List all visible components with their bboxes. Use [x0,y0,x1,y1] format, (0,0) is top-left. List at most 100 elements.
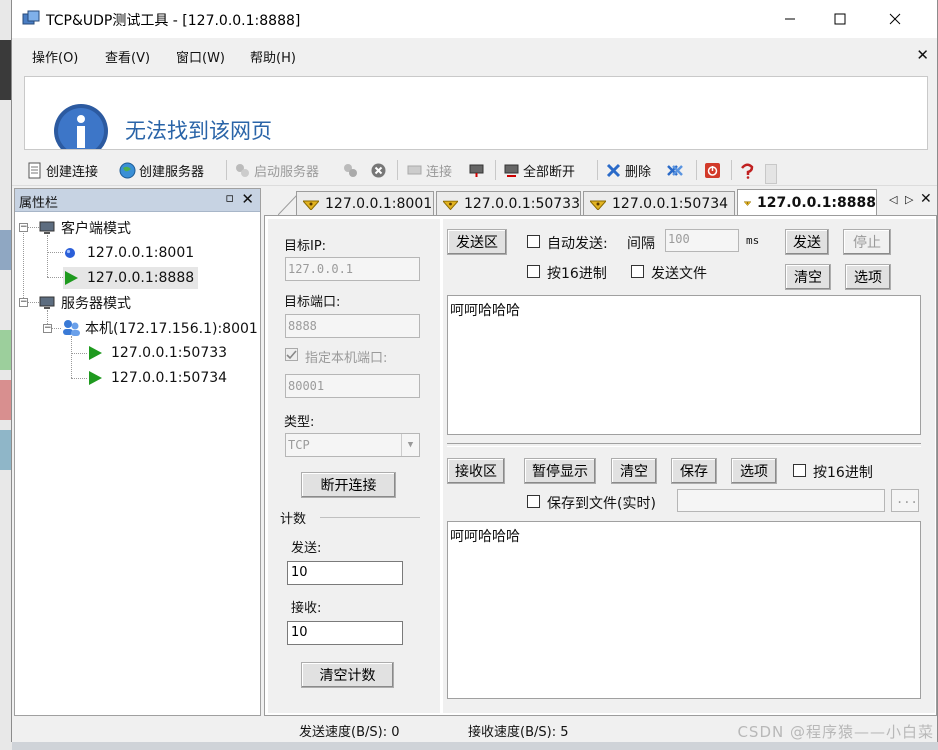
recv-hex16-label: 按16进制 [813,465,873,481]
tree-item-server-conn-50734[interactable]: 127.0.0.1:50734 [87,367,227,389]
disconnect-button[interactable]: 断开连接 [301,472,396,498]
send-count-field[interactable]: 10 [287,561,403,585]
delete-all-button[interactable] [666,160,686,180]
new-document-icon [28,162,41,178]
watermark: CSDN @程序猿——小白菜 [737,723,934,741]
tab-close-icon[interactable]: ✕ [920,191,932,207]
help-icon [741,163,754,179]
auto-send-checkbox[interactable] [527,235,540,248]
maximize-button[interactable] [817,0,863,38]
splitter[interactable] [447,443,921,447]
connect-button[interactable]: 连接 [406,160,452,180]
connected-dot-icon [65,248,75,258]
collapse-server-host-icon[interactable]: − [43,324,52,333]
recv-hex16-checkbox[interactable] [793,464,806,477]
toolbar-overflow-chevron-icon[interactable] [765,164,777,184]
create-server-label: 创建服务器 [139,164,205,180]
recv-count-field[interactable]: 10 [287,621,403,645]
tab-8001[interactable]: 127.0.0.1:8001 [296,191,434,215]
connection-settings: 目标IP: 127.0.0.1 目标端口: 8888 指定本机端口: 80001… [268,219,440,713]
interval-field[interactable]: 100 [665,229,739,252]
recv-clear-button[interactable]: 清空 [611,458,657,484]
tree-item-client-8888[interactable]: 127.0.0.1:8888 [63,267,199,289]
stop-server-button[interactable] [342,160,362,180]
create-server-button[interactable]: 创建服务器 [119,160,204,180]
tab-scroll-right-icon[interactable]: ▷ [905,193,913,206]
pause-display-button[interactable]: 暂停显示 [524,458,596,484]
create-connection-label: 创建连接 [46,164,99,180]
specify-local-port-checkbox[interactable] [285,348,298,361]
tab-50734[interactable]: 127.0.0.1:50734 [583,191,735,215]
menu-help[interactable]: 帮助(H) [250,47,296,66]
menu-bar: 操作(O) 查看(V) 窗口(W) 帮助(H) ✕ [12,38,937,73]
title-bar: TCP&UDP测试工具 - [127.0.0.1:8888] [12,0,937,38]
server-start-icon [236,163,249,177]
recv-count-label: 接收: [291,601,322,616]
power-button[interactable] [704,160,724,180]
server-stop-icon [344,163,357,177]
recv-speed: 接收速度(B/S): 5 [468,725,569,740]
mdi-close-icon[interactable]: ✕ [916,46,929,64]
dropdown-arrow-icon: ▼ [401,434,419,456]
clear-count-button[interactable]: 清空计数 [301,662,394,688]
tab-8888[interactable]: 127.0.0.1:8888 [737,189,877,216]
tree-item-client-mode[interactable]: 客户端模式 [39,217,131,239]
send-button[interactable]: 发送 [785,229,829,255]
data-panel: 发送区 自动发送: 间隔 100 ms 发送 停止 按16进制 发送文件 清空 … [443,219,935,713]
network-disconnect-icon [469,164,484,177]
collapse-server-mode-icon[interactable]: − [19,298,28,307]
send-area-button[interactable]: 发送区 [447,229,507,255]
tree-item-client-8001[interactable]: 127.0.0.1:8001 [63,242,194,264]
menu-window[interactable]: 窗口(W) [176,47,225,66]
app-icon [22,10,40,25]
collapse-client-mode-icon[interactable]: − [19,223,28,232]
minimize-button[interactable] [767,0,813,38]
tab-scroll-left-icon[interactable]: ◁ [889,193,897,206]
tab-50733[interactable]: 127.0.0.1:50733 [436,191,581,215]
create-connection-button[interactable]: 创建连接 [26,160,98,180]
pin-icon[interactable]: ▫ [225,191,234,206]
send-count-label: 发送: [291,541,322,556]
panel-close-icon[interactable]: ✕ [241,190,254,208]
delete-button[interactable]: 删除 [605,160,651,180]
tree-item-server-conn-50733[interactable]: 127.0.0.1:50733 [87,342,227,364]
local-port-field[interactable]: 80001 [285,374,420,398]
stop-button[interactable]: 停止 [843,229,891,255]
menu-operate[interactable]: 操作(O) [32,47,78,66]
send-options-button[interactable]: 选项 [845,264,891,290]
send-hex16-checkbox[interactable] [527,265,540,278]
send-file-checkbox[interactable] [631,265,644,278]
interval-unit: ms [746,234,760,247]
recv-save-button[interactable]: 保存 [671,458,717,484]
connection-content: 目标IP: 127.0.0.1 目标端口: 8888 指定本机端口: 80001… [264,215,937,716]
help-button[interactable] [739,160,759,180]
start-server-button[interactable]: 启动服务器 [234,160,319,180]
type-select[interactable]: TCP ▼ [285,433,420,457]
close-button[interactable] [872,0,918,38]
save-to-file-checkbox[interactable] [527,495,540,508]
computer-icon [39,296,55,309]
tree-item-server-mode[interactable]: 服务器模式 [39,292,131,314]
send-textarea[interactable]: 呵呵哈哈哈 [447,295,921,435]
recv-area-button[interactable]: 接收区 [447,458,505,484]
connection-tab-icon [590,200,606,210]
play-arrow-icon [89,371,102,385]
browse-file-button[interactable]: ... [891,489,919,512]
disconnect-icon-button[interactable] [468,160,488,180]
recv-textarea[interactable]: 呵呵哈哈哈 [447,521,921,699]
menu-view[interactable]: 查看(V) [105,47,150,66]
send-clear-button[interactable]: 清空 [785,264,831,290]
tree-item-server-host[interactable]: 本机(172.17.156.1):8001 [61,317,258,339]
cancel-icon-button[interactable] [370,160,390,180]
save-file-path-field[interactable] [677,489,885,512]
type-select-value: TCP [288,438,310,452]
specify-local-port-label: 指定本机端口: [305,351,388,366]
target-ip-field[interactable]: 127.0.0.1 [285,257,420,281]
tab-strip-edge [278,193,298,215]
connection-tab-icon [744,201,752,206]
recv-options-button[interactable]: 选项 [731,458,777,484]
connection-tab-icon [443,200,458,210]
disconnect-all-button[interactable]: 全部断开 [503,160,575,180]
target-port-field[interactable]: 8888 [285,314,420,338]
users-icon [63,320,80,336]
